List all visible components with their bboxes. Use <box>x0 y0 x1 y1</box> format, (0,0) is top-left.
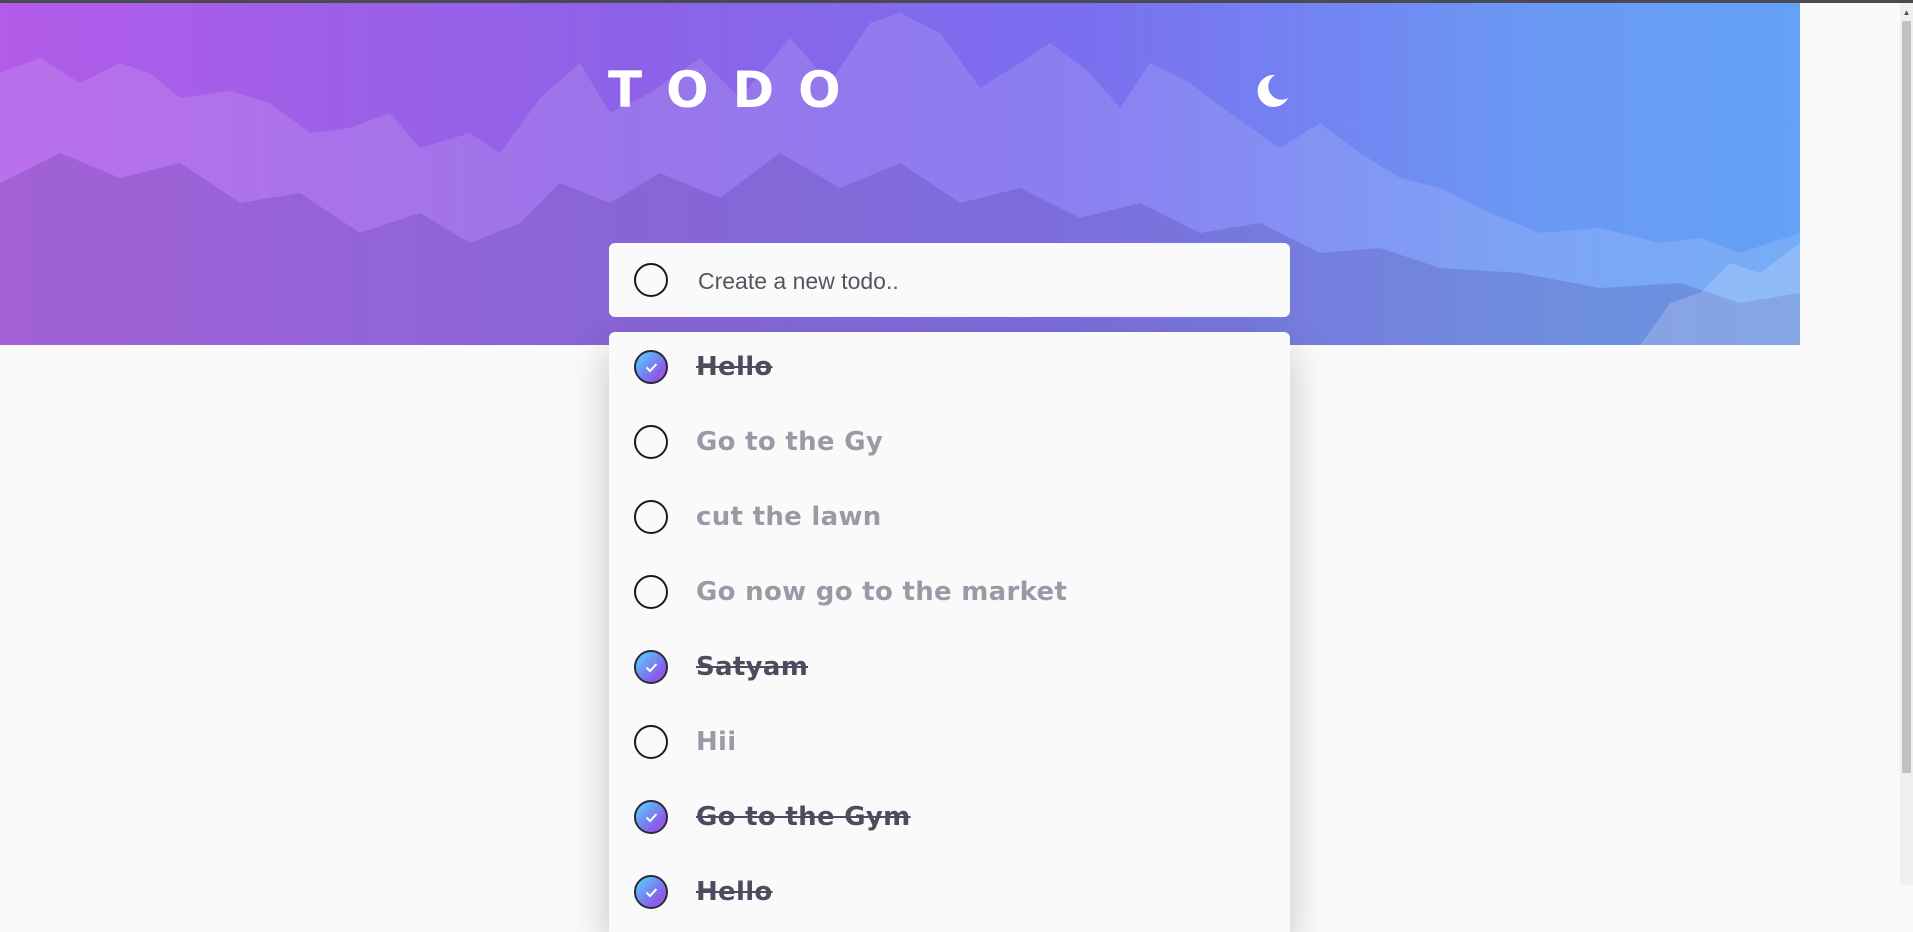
todo-checkbox[interactable] <box>634 425 668 459</box>
moon-icon <box>1257 74 1288 107</box>
todo-item[interactable]: Go to the Gy <box>609 407 1290 482</box>
todo-checkbox[interactable] <box>634 500 668 534</box>
new-todo-check-circle[interactable] <box>634 263 668 297</box>
todo-text: Hello <box>696 877 773 907</box>
check-icon <box>645 888 658 898</box>
todo-item[interactable]: Hii <box>609 707 1290 782</box>
todo-list: Hello Go to the Gy cut the lawn Go now g… <box>609 332 1290 932</box>
todo-checkbox[interactable] <box>634 350 668 384</box>
check-icon <box>645 813 658 823</box>
todo-text: Hello <box>696 352 773 382</box>
todo-item[interactable]: Hello <box>609 332 1290 407</box>
todo-item[interactable]: Satyam <box>609 632 1290 707</box>
todo-checkbox[interactable] <box>634 800 668 834</box>
todo-text: Go to the Gym <box>696 802 911 832</box>
page-scrollbar[interactable]: ▲ <box>1900 3 1913 885</box>
theme-toggle-button[interactable] <box>1252 71 1292 111</box>
todo-item[interactable]: cut the lawn <box>609 482 1290 557</box>
todo-checkbox[interactable] <box>634 725 668 759</box>
todo-item[interactable]: Hello <box>609 857 1290 932</box>
scroll-up-arrow-icon[interactable]: ▲ <box>1900 7 1913 19</box>
todo-text: cut the lawn <box>696 502 882 532</box>
check-icon <box>645 663 658 673</box>
todo-checkbox[interactable] <box>634 575 668 609</box>
todo-text: Go now go to the market <box>696 577 1068 607</box>
check-icon <box>645 363 658 373</box>
window-top-border <box>0 0 1913 3</box>
todo-text: Hii <box>696 727 737 757</box>
todo-item[interactable]: Go now go to the market <box>609 557 1290 632</box>
new-todo-input[interactable] <box>696 261 1260 301</box>
todo-item[interactable]: Go to the Gym <box>609 782 1290 857</box>
todo-checkbox[interactable] <box>634 875 668 909</box>
todo-text: Satyam <box>696 652 809 682</box>
new-todo-form <box>609 243 1290 317</box>
todo-checkbox[interactable] <box>634 650 668 684</box>
app-title: TODO <box>608 61 865 119</box>
scrollbar-thumb[interactable] <box>1902 21 1911 773</box>
header-banner: TODO <box>0 3 1800 345</box>
todo-text: Go to the Gy <box>696 427 884 457</box>
